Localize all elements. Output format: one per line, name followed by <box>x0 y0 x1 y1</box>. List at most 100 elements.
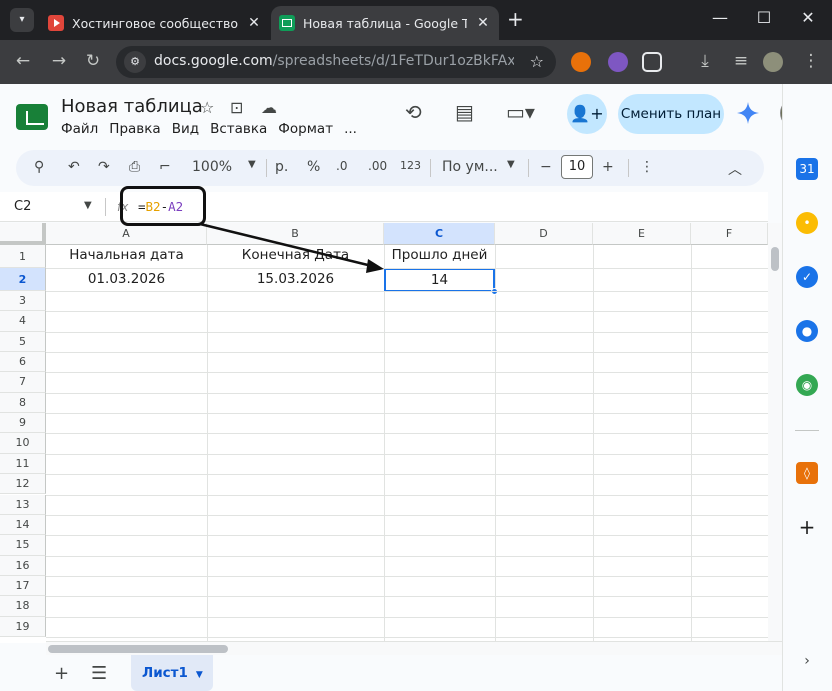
menu-format[interactable]: Формат <box>278 121 333 137</box>
spreadsheet-grid[interactable]: A B C D E F 1 2 3 4 5 6 7 8 9 10 11 12 13 14 15 16 17 18 1… <box>0 223 768 643</box>
tab-search-icon[interactable]: ▾ <box>10 8 34 32</box>
extension-ghost-icon[interactable] <box>608 52 628 72</box>
row-header-6[interactable]: 6 <box>0 352 46 373</box>
cell-b2[interactable]: 15.03.2026 <box>207 271 384 287</box>
row-header-10[interactable]: 10 <box>0 433 46 454</box>
sheet-tab-caret-icon[interactable]: ▼ <box>196 670 203 680</box>
horizontal-scrollbar[interactable] <box>46 641 782 655</box>
column-header-d[interactable]: D <box>495 223 593 245</box>
column-header-a[interactable]: A <box>46 223 207 245</box>
font-size-input[interactable]: 10 <box>561 155 593 179</box>
minimize-icon[interactable]: — <box>705 8 735 27</box>
collapse-menu-icon[interactable]: ︿ <box>728 159 742 179</box>
sheets-logo-icon[interactable] <box>16 104 48 130</box>
number-format-button[interactable]: 123 <box>400 159 421 172</box>
meet-video-icon[interactable]: ▭▾ <box>506 100 535 124</box>
addon-icon[interactable]: ◊ <box>796 462 818 484</box>
currency-format-button[interactable]: р. <box>275 159 288 175</box>
cell-c1[interactable]: Прошло дней <box>384 247 495 263</box>
expand-panel-icon[interactable]: › <box>796 650 818 672</box>
search-menus-icon[interactable]: ⚲ <box>34 159 44 175</box>
menu-insert[interactable]: Вставка <box>210 121 267 137</box>
row-header-7[interactable]: 7 <box>0 372 46 393</box>
version-history-icon[interactable]: ⟲ <box>405 100 422 124</box>
all-sheets-icon[interactable]: ☰ <box>91 663 107 684</box>
row-header-12[interactable]: 12 <box>0 474 46 495</box>
tasks-icon[interactable]: ✓ <box>796 266 818 288</box>
download-icon[interactable]: ⤓ <box>694 51 716 71</box>
row-header-18[interactable]: 18 <box>0 596 46 617</box>
url-text[interactable]: docs.google.com/spreadsheets/d/1FeTDur1o… <box>154 53 514 69</box>
more-options-icon[interactable]: ⋮ <box>640 159 654 175</box>
row-header-16[interactable]: 16 <box>0 555 46 576</box>
row-header-3[interactable]: 3 <box>0 291 46 312</box>
font-size-decrease-icon[interactable]: − <box>540 159 552 175</box>
star-icon[interactable]: ☆ <box>200 98 214 117</box>
zoom-select[interactable]: 100% <box>192 159 232 175</box>
keep-icon[interactable]: • <box>796 212 818 234</box>
menu-view[interactable]: Вид <box>172 121 199 137</box>
row-header-9[interactable]: 9 <box>0 413 46 434</box>
select-all-corner[interactable] <box>0 223 46 245</box>
change-plan-button[interactable]: Сменить план <box>618 94 724 134</box>
cloud-status-icon[interactable]: ☁ <box>261 98 277 117</box>
new-tab-icon[interactable]: + <box>507 9 524 29</box>
column-header-f[interactable]: F <box>691 223 768 245</box>
document-title[interactable]: Новая таблица <box>61 96 203 117</box>
profile-avatar[interactable] <box>763 52 783 72</box>
vertical-scrollbar[interactable] <box>768 223 782 643</box>
row-header-4[interactable]: 4 <box>0 311 46 332</box>
row-header-2[interactable]: 2 <box>0 268 46 291</box>
sheet-tab-list1[interactable]: Лист1 ▼ <box>131 655 213 691</box>
reading-list-icon[interactable]: ≡ <box>730 51 752 71</box>
cell-b1[interactable]: Конечная Дата <box>207 247 384 263</box>
cell-a2[interactable]: 01.03.2026 <box>46 271 207 287</box>
column-header-c[interactable]: C <box>384 223 495 245</box>
browser-tab-sheet[interactable]: Новая таблица - Google Табли ✕ <box>271 6 499 40</box>
comments-icon[interactable]: ▤ <box>455 100 474 124</box>
get-addons-icon[interactable]: + <box>796 516 818 538</box>
add-sheet-icon[interactable]: + <box>54 663 69 684</box>
cell-a1[interactable]: Начальная дата <box>46 247 207 263</box>
column-header-b[interactable]: B <box>207 223 384 245</box>
menu-file[interactable]: Файл <box>61 121 98 137</box>
gemini-icon[interactable] <box>737 102 759 124</box>
browser-tab-hosting[interactable]: Хостинговое сообщество «Tim ✕ <box>40 6 270 40</box>
reload-icon[interactable]: ↻ <box>82 51 104 71</box>
row-header-14[interactable]: 14 <box>0 514 46 536</box>
font-size-increase-icon[interactable]: + <box>602 159 614 175</box>
decrease-decimal-button[interactable]: .0 <box>336 159 347 173</box>
name-box[interactable]: C2 <box>14 199 31 214</box>
calendar-icon[interactable]: 31 <box>796 158 818 180</box>
row-header-8[interactable]: 8 <box>0 392 46 414</box>
close-tab-icon[interactable]: ✕ <box>475 15 491 31</box>
close-window-icon[interactable]: ✕ <box>793 8 823 27</box>
row-header-19[interactable]: 19 <box>0 616 46 637</box>
increase-decimal-button[interactable]: .00 <box>368 159 387 173</box>
site-info-icon[interactable]: ⚙ <box>124 51 146 73</box>
maps-icon[interactable]: ◉ <box>796 374 818 396</box>
vertical-scroll-thumb[interactable] <box>771 247 779 271</box>
name-box-caret-icon[interactable]: ▼ <box>84 200 92 211</box>
active-cell-selection[interactable] <box>384 268 495 292</box>
extension-fox-icon[interactable] <box>571 52 591 72</box>
row-header-11[interactable]: 11 <box>0 453 46 475</box>
column-header-e[interactable]: E <box>593 223 691 245</box>
maximize-icon[interactable]: ☐ <box>749 8 779 27</box>
row-header-15[interactable]: 15 <box>0 535 46 556</box>
zoom-caret-icon[interactable]: ▼ <box>248 159 256 170</box>
row-header-1[interactable]: 1 <box>0 245 46 268</box>
print-icon[interactable]: ⎙ <box>129 159 140 175</box>
move-folder-icon[interactable]: ⊡ <box>230 98 243 117</box>
bookmark-star-icon[interactable]: ☆ <box>530 52 544 71</box>
forward-icon[interactable]: → <box>48 51 70 71</box>
undo-icon[interactable]: ↶ <box>68 159 80 175</box>
row-header-5[interactable]: 5 <box>0 331 46 353</box>
contacts-icon[interactable]: ● <box>796 320 818 342</box>
horizontal-scroll-thumb[interactable] <box>48 645 228 653</box>
extensions-puzzle-icon[interactable] <box>642 52 662 72</box>
row-header-13[interactable]: 13 <box>0 494 46 515</box>
font-caret-icon[interactable]: ▼ <box>507 159 515 170</box>
share-icon[interactable]: 👤+ <box>567 94 607 134</box>
close-tab-icon[interactable]: ✕ <box>246 15 262 31</box>
